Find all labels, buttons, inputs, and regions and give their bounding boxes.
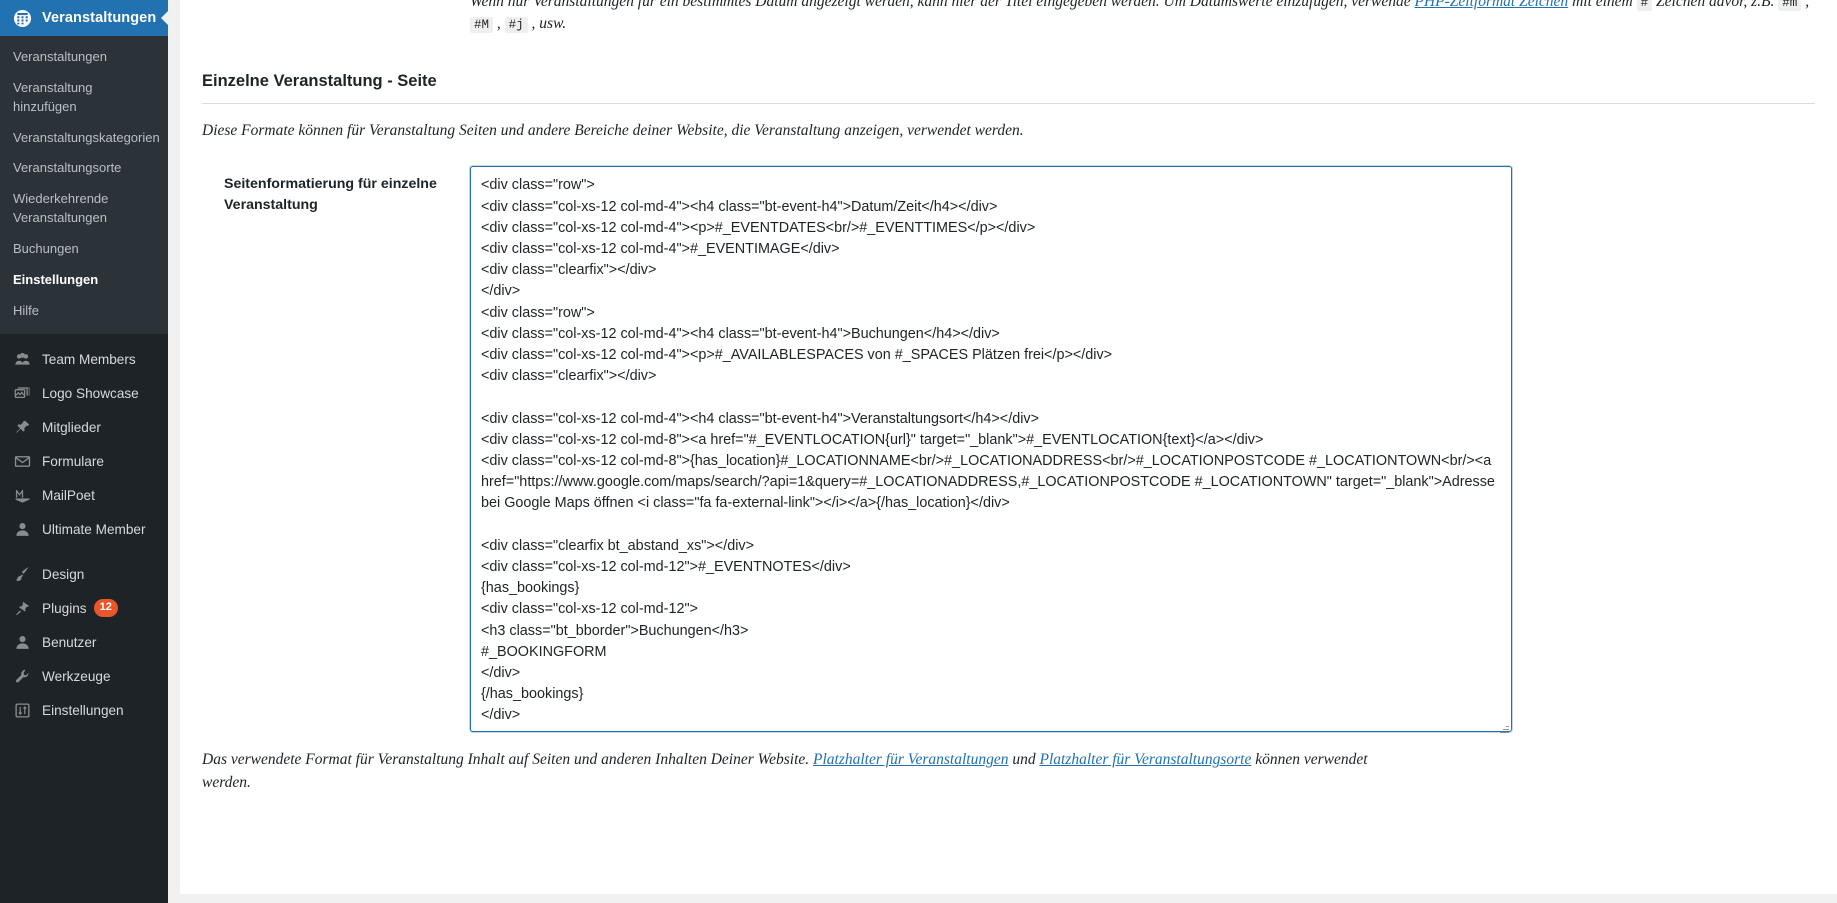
sidebar-item-formulare[interactable]: Formulare [0, 444, 168, 478]
plug-icon [11, 598, 33, 618]
field-label-single-event-page-format: Seitenformatierung für einzelne Veransta… [224, 176, 437, 213]
sidebar-item-label: Plugins [42, 600, 87, 616]
sidebar-item-logo-showcase[interactable]: Logo Showcase [0, 376, 168, 410]
sidebar-item-label: Werkzeuge [42, 668, 111, 684]
group-icon [11, 349, 33, 369]
pin-icon [11, 417, 33, 437]
submenu-item-veranstaltungskategorien[interactable]: Veranstaltungskategorien [0, 123, 168, 154]
user-icon [11, 519, 33, 539]
menu-pointer-arrow [161, 10, 168, 26]
submenu-item-veranstaltung-hinzufuegen[interactable]: Veranstaltung hinzufügen [0, 73, 168, 123]
event-placeholders-link[interactable]: Platzhalter für Veranstaltungen [813, 751, 1008, 768]
single-event-page-format-textarea[interactable] [470, 166, 1512, 733]
sidebar-item-werkzeuge[interactable]: Werkzeuge [0, 659, 168, 693]
top-desc-after-hash: Zeichen davor, z.B. [1652, 0, 1779, 10]
submenu-item-wiederkehrende-veranstaltungen[interactable]: Wiederkehrende Veranstaltungen [0, 184, 168, 234]
sidebar-item-label: Mitglieder [42, 419, 101, 435]
sidebar-item-label: Design [42, 566, 85, 582]
section-intro-text: Diese Formate können für Veranstaltung S… [202, 121, 1024, 139]
sidebar-menu-label: Veranstaltungen [42, 10, 157, 26]
sidebar-item-plugins[interactable]: Plugins 12 [0, 591, 168, 625]
sidebar-item-mailpoet[interactable]: MailPoet [0, 478, 168, 512]
field-desc-prefix: Das verwendete Format für Veranstaltung … [202, 751, 814, 769]
submenu-item-veranstaltungen[interactable]: Veranstaltungen [0, 42, 168, 73]
submenu-item-veranstaltungsorte[interactable]: Veranstaltungsorte [0, 153, 168, 184]
location-placeholders-link[interactable]: Platzhalter für Veranstaltungsorte [1039, 751, 1251, 768]
admin-page: Veranstaltungen Veranstaltungen Veransta… [0, 0, 1837, 903]
user-icon [11, 632, 33, 652]
top-desc-mid: mit einem [1568, 0, 1637, 10]
field-description: Das verwendete Format für Veranstaltung … [202, 749, 1382, 794]
hash-code-chip: # [1636, 0, 1653, 11]
sidebar-item-design[interactable]: Design [0, 557, 168, 591]
sidebar-submenu: Veranstaltungen Veranstaltung hinzufügen… [0, 36, 168, 335]
field-desc-mid: und [1008, 751, 1040, 769]
calendar-icon [11, 9, 33, 28]
previous-field-description: Wenn nur Veranstaltungen für ein bestimm… [202, 0, 1815, 36]
sidebar-item-label: Formulare [42, 453, 104, 469]
settings-content: Wenn nur Veranstaltungen für ein bestimm… [180, 0, 1837, 894]
sidebar-item-label: Ultimate Member [42, 521, 146, 537]
sidebar-item-label: Team Members [42, 351, 136, 367]
sidebar-item-label: Einstellungen [42, 702, 124, 718]
sidebar-item-label: Benutzer [42, 634, 97, 650]
sidebar-plugin-menu: Team Members Logo Showcase Mitglieder Fo… [0, 334, 168, 727]
sidebar-item-einstellungen[interactable]: Einstellungen [0, 693, 168, 727]
sidebar-item-benutzer[interactable]: Benutzer [0, 625, 168, 659]
field-control [470, 166, 1512, 737]
top-desc-prefix: Wenn nur Veranstaltungen für ein bestimm… [470, 0, 1415, 10]
sidebar-item-label: Logo Showcase [42, 385, 139, 401]
sidebar-item-label: MailPoet [42, 487, 95, 503]
submenu-item-hilfe[interactable]: Hilfe [0, 296, 168, 327]
plugins-update-badge: 12 [93, 599, 118, 618]
top-desc-sep1: , [1801, 0, 1810, 10]
envelope-icon [11, 451, 33, 471]
textarea-resize-handle[interactable] [1498, 723, 1510, 735]
code-chip-m-lower: #m [1778, 0, 1802, 11]
sidebar-menu-veranstaltungen[interactable]: Veranstaltungen [0, 0, 168, 36]
admin-sidebar: Veranstaltungen Veranstaltungen Veransta… [0, 0, 168, 903]
images-icon [11, 383, 33, 403]
submenu-item-buchungen[interactable]: Buchungen [0, 234, 168, 265]
form-field-row: Seitenformatierung für einzelne Veransta… [202, 166, 1815, 737]
sidebar-item-ultimate-member[interactable]: Ultimate Member [0, 512, 168, 546]
top-desc-tail: , usw. [527, 15, 567, 33]
code-chip-j: #j [504, 17, 528, 34]
mailpoet-m-icon [11, 485, 33, 505]
sidebar-item-team-members[interactable]: Team Members [0, 342, 168, 376]
main-region: Wenn nur Veranstaltungen für ein bestimm… [168, 0, 1837, 903]
submenu-item-einstellungen[interactable]: Einstellungen [0, 265, 168, 296]
section-divider [202, 102, 1815, 104]
sidebar-divider [0, 546, 168, 557]
paintbrush-icon [11, 564, 33, 584]
wrench-icon [11, 666, 33, 686]
php-time-format-link[interactable]: PHP-Zeitformat Zeichen [1415, 0, 1569, 10]
sidebar-item-mitglieder[interactable]: Mitglieder [0, 410, 168, 444]
top-desc-sep2: , [493, 15, 505, 33]
page-section-title: Einzelne Veranstaltung - Seite [202, 71, 437, 90]
sliders-icon [11, 700, 33, 720]
code-chip-m-upper: #M [470, 17, 494, 34]
